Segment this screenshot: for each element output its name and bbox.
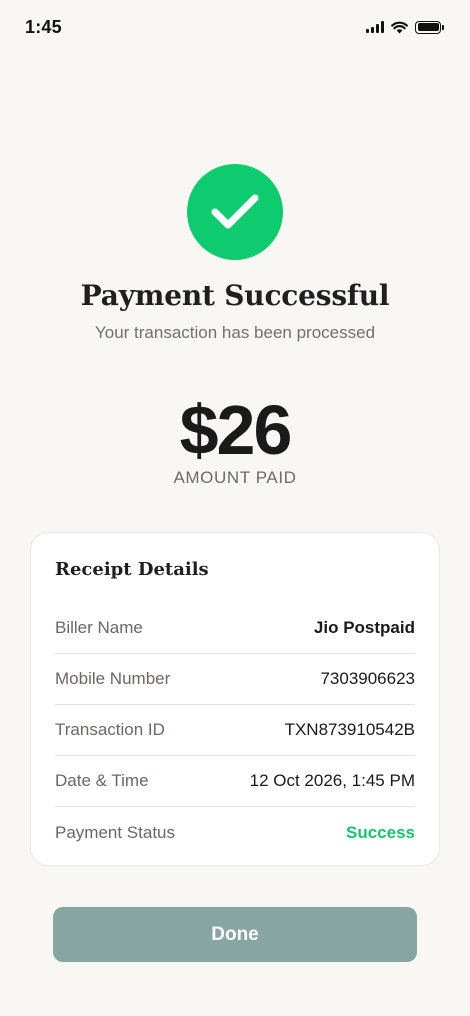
receipt-row-value: Jio Postpaid <box>313 618 415 637</box>
wifi-icon <box>391 21 408 33</box>
receipt-row-mobile: Mobile Number 7303906623 <box>55 654 415 705</box>
receipt-row-transaction: Transaction ID TXN873910542B <box>55 705 415 756</box>
receipt-row-label: Mobile Number <box>55 669 171 688</box>
page-title: Payment Successful <box>80 279 390 312</box>
signal-icon <box>366 21 384 33</box>
receipt-row-label: Biller Name <box>55 618 143 637</box>
done-button[interactable]: Done <box>53 907 417 962</box>
receipt-row-label: Payment Status <box>55 822 176 842</box>
receipt-row-datetime: Date & Time 12 Oct 2026, 1:45 PM <box>55 756 415 807</box>
battery-icon <box>415 20 444 34</box>
receipt-row-biller: Biller Name Jio Postpaid <box>55 603 415 654</box>
status-badge: Success <box>346 822 415 842</box>
amount-value: $26 <box>179 391 293 469</box>
page-subtitle: Your transaction has been processed <box>94 323 376 342</box>
receipt-row-label: Date & Time <box>55 771 149 790</box>
receipt-row-label: Transaction ID <box>55 720 165 739</box>
receipt-row-status: Payment Status Success <box>55 807 415 858</box>
receipt-title: Receipt Details <box>55 559 209 580</box>
success-checkmark <box>187 164 283 260</box>
amount-label: AMOUNT PAID <box>173 468 297 487</box>
checkmark-icon <box>211 194 259 229</box>
status-icons <box>366 20 444 34</box>
receipt-row-value: 12 Oct 2026, 1:45 PM <box>249 771 415 790</box>
status-bar: 1:45 <box>0 0 470 54</box>
receipt-card: Receipt Details Biller Name Jio Postpaid… <box>30 532 440 866</box>
receipt-row-value: 7303906623 <box>320 669 415 688</box>
receipt-row-value: TXN873910542B <box>284 720 415 739</box>
status-time: 1:45 <box>25 16 62 37</box>
